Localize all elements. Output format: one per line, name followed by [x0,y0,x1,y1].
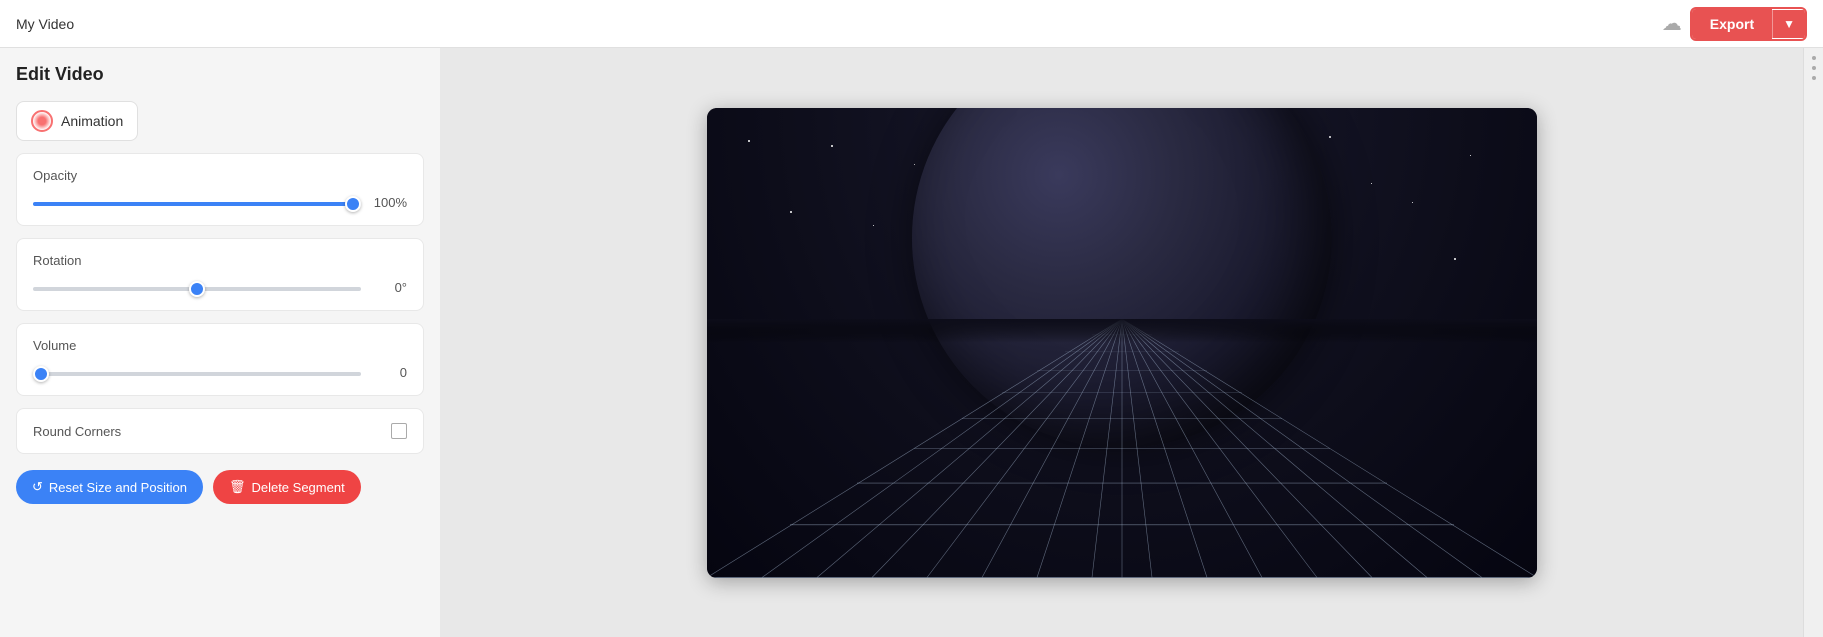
right-sidebar [1803,48,1823,637]
delete-segment-button[interactable]: 🗑 Delete Segment [213,470,361,504]
sidebar-dot [1812,56,1816,60]
right-content [440,48,1803,637]
bottom-buttons: ↺ Reset Size and Position 🗑 Delete Segme… [16,470,424,504]
opacity-slider[interactable] [33,202,361,206]
animation-icon [31,110,53,132]
sidebar-dot [1812,66,1816,70]
export-btn-group: Export ▼ [1690,7,1807,41]
volume-slider-row: 0 [33,363,407,381]
trash-icon: 🗑 [229,479,246,495]
volume-label: Volume [33,338,407,353]
opacity-label: Opacity [33,168,407,183]
animation-icon-inner [39,118,45,124]
volume-card: Volume 0 [16,323,424,396]
opacity-slider-row: 100% [33,193,407,211]
reset-size-position-button[interactable]: ↺ Reset Size and Position [16,470,203,504]
rotation-slider-row: 0° [33,278,407,296]
volume-slider[interactable] [33,372,361,376]
export-chevron-button[interactable]: ▼ [1772,10,1805,38]
rotation-slider[interactable] [33,287,361,291]
round-corners-label: Round Corners [33,424,121,439]
animation-button-label: Animation [61,113,123,129]
star [1470,155,1471,156]
top-bar: My Video ☁ Export ▼ [0,0,1823,48]
rotation-slider-container [33,278,361,296]
opacity-value: 100% [371,195,407,210]
volume-slider-container [33,363,361,381]
left-panel: Edit Video Animation Opacity 100% Rotati… [0,48,440,637]
grid-floor [707,319,1537,578]
round-corners-checkbox[interactable] [391,423,407,439]
star [1329,136,1331,138]
reset-btn-label: Reset Size and Position [49,480,187,495]
video-preview [707,108,1537,578]
cloud-icon[interactable]: ☁ [1662,11,1682,36]
star [1454,258,1456,260]
sidebar-dot [1812,76,1816,80]
star [1371,183,1372,184]
rotation-card: Rotation 0° [16,238,424,311]
round-corners-card: Round Corners [16,408,424,454]
rotation-value: 0° [371,280,407,295]
main-layout: Edit Video Animation Opacity 100% Rotati… [0,48,1823,637]
delete-btn-label: Delete Segment [251,480,344,495]
opacity-slider-container [33,193,361,211]
export-button[interactable]: Export [1692,9,1772,39]
volume-value: 0 [371,365,407,380]
star [914,164,915,165]
star [790,211,792,213]
reset-icon: ↺ [32,479,43,495]
scene [707,108,1537,578]
top-bar-right: ☁ Export ▼ [1662,7,1807,41]
opacity-card: Opacity 100% [16,153,424,226]
star [831,145,833,147]
page-title: Edit Video [16,64,424,85]
grid-svg [707,319,1537,578]
animation-button[interactable]: Animation [16,101,138,141]
star [873,225,874,226]
star [1412,202,1413,203]
rotation-label: Rotation [33,253,407,268]
video-title: My Video [16,16,74,32]
star [748,140,750,142]
